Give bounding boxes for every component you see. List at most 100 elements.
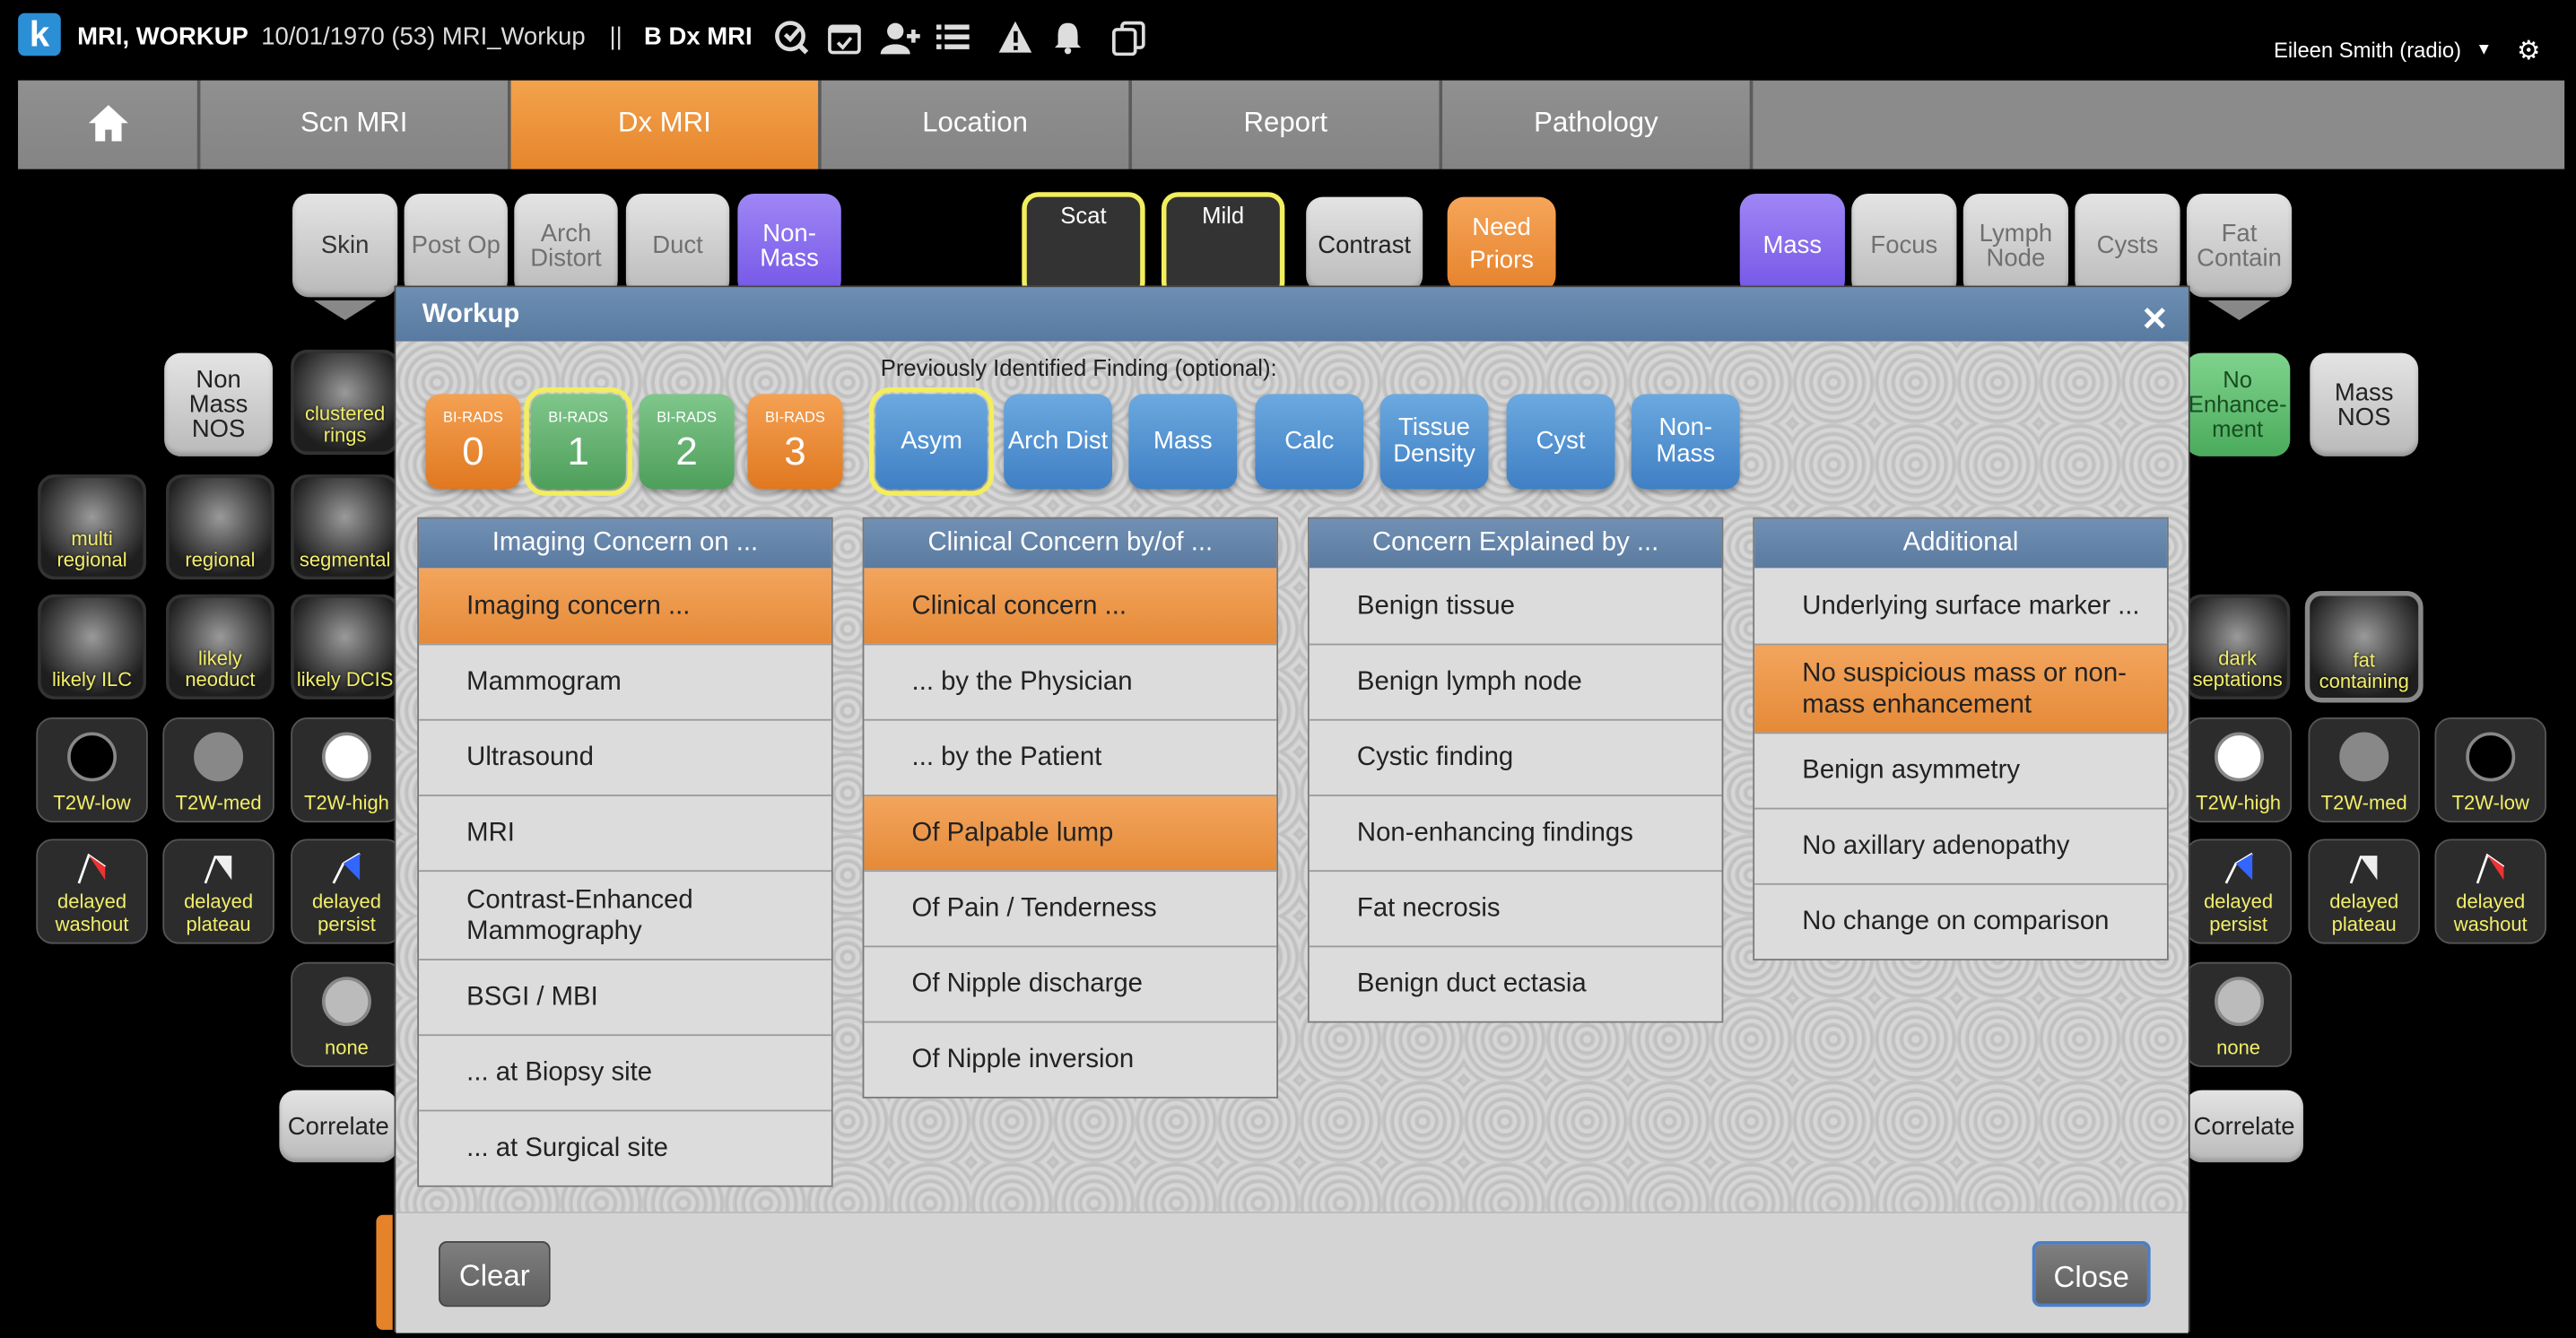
none-right-button[interactable]: none [2185,961,2293,1067]
regional-thumb[interactable]: regional [165,474,274,580]
correlate-right-button[interactable]: Correlate [2185,1090,2303,1163]
delayed-washout-right-button[interactable]: delayed washout [2434,838,2547,944]
warning-icon[interactable] [997,20,1033,56]
list-item[interactable]: ... by the Physician [864,643,1277,719]
birads-0-button[interactable]: BI-RADS 0 [425,394,521,490]
list-item[interactable]: Benign tissue [1309,568,1722,644]
list-icon[interactable] [935,20,970,56]
lymph-node-button[interactable]: Lymph Node [1962,194,2069,298]
copy-document-icon[interactable] [1110,20,1146,56]
gear-icon[interactable]: ⚙ [2517,34,2540,67]
fat-containing-thumb[interactable]: fat containing [2304,591,2424,703]
non-mass-nos-button[interactable]: Non Mass NOS [164,352,274,456]
concern-explained-header: Concern Explained by ... [1309,518,1722,569]
none-left-button[interactable]: none [291,961,403,1067]
need-priors-button[interactable]: Need Priors [1447,196,1556,292]
fat-contain-button[interactable]: Fat Contain [2186,194,2293,298]
likely-neoduct-thumb[interactable]: likely neoduct [165,594,274,699]
calendar-icon[interactable] [826,20,862,56]
tab-location[interactable]: Location [821,80,1132,169]
t2w-med-left-button[interactable]: T2W-med [162,717,274,823]
cysts-button[interactable]: Cysts [2075,194,2180,298]
contrast-dropdown[interactable]: Contrast [1306,196,1423,292]
post-op-button[interactable]: Post Op [404,194,508,298]
segmental-thumb[interactable]: segmental [291,474,400,580]
clear-button[interactable]: Clear [439,1240,551,1308]
list-item[interactable]: Of Palpable lump [864,795,1277,871]
list-item[interactable]: Underlying surface marker ... [1754,568,2167,644]
list-item[interactable]: No suspicious mass or non-mass enhanceme… [1754,643,2167,733]
multi-regional-thumb[interactable]: multi regional [38,474,147,580]
t2w-med-right-button[interactable]: T2W-med [2308,717,2420,823]
list-item[interactable]: MRI [419,795,831,871]
list-item[interactable]: ... at Surgical site [419,1109,831,1186]
focus-button[interactable]: Focus [1851,194,1957,298]
list-item[interactable]: Contrast-Enhanced Mammography [419,870,831,960]
list-item[interactable]: Fat necrosis [1309,870,1722,946]
list-item[interactable]: ... by the Patient [864,718,1277,795]
list-item[interactable]: Of Pain / Tenderness [864,870,1277,946]
list-item[interactable]: Benign duct ectasia [1309,945,1722,1021]
finding-tissue-density-button[interactable]: Tissue Density [1379,394,1489,490]
add-user-icon[interactable] [879,20,922,56]
scat-thumb-button[interactable]: Scat [1022,192,1145,300]
dark-septations-thumb[interactable]: dark septations [2185,594,2291,699]
arch-distort-button[interactable]: Arch Distort [514,194,618,298]
list-item[interactable]: Of Nipple discharge [864,945,1277,1021]
t2w-low-right-button[interactable]: T2W-low [2434,717,2547,823]
skin-button[interactable]: Skin [292,194,398,298]
mass-button[interactable]: Mass [1739,194,1845,298]
finding-cyst-button[interactable]: Cyst [1506,394,1615,490]
finding-calc-button[interactable]: Calc [1255,394,1364,490]
user-name[interactable]: Eileen Smith (radio) [2274,38,2461,62]
list-item[interactable]: BSGI / MBI [419,959,831,1035]
list-item[interactable]: ... at Biopsy site [419,1034,831,1110]
likely-ilc-thumb[interactable]: likely ILC [38,594,147,699]
finding-non-mass-button[interactable]: Non-Mass [1631,394,1740,490]
close-button[interactable]: Close [2032,1240,2151,1308]
list-item[interactable]: Mammogram [419,643,831,719]
delayed-washout-left-button[interactable]: delayed washout [36,838,148,944]
list-item[interactable]: Non-enhancing findings [1309,795,1722,871]
tab-home[interactable] [18,80,201,169]
user-dropdown-icon[interactable]: ▼ [2476,41,2492,59]
tab-pathology[interactable]: Pathology [1442,80,1754,169]
app-logo[interactable]: k [18,13,61,56]
tab-report[interactable]: Report [1131,80,1443,169]
likely-dcis-thumb[interactable]: likely DCIS [291,594,400,699]
list-item[interactable]: Clinical concern ... [864,568,1277,644]
list-item[interactable]: Benign asymmetry [1754,732,2167,808]
close-icon[interactable]: ✕ [2141,294,2169,348]
list-item[interactable]: Cystic finding [1309,718,1722,795]
list-item[interactable]: Of Nipple inversion [864,1021,1277,1097]
birads-1-button[interactable]: BI-RADS 1 [524,387,633,496]
no-enhancement-button[interactable]: No Enhance-ment [2185,352,2291,456]
t2w-low-left-button[interactable]: T2W-low [36,717,148,823]
list-item[interactable]: No axillary adenopathy [1754,807,2167,883]
finding-asym-button[interactable]: Asym [868,387,995,496]
delayed-persist-right-button[interactable]: delayed persist [2185,838,2293,944]
mild-thumb-button[interactable]: Mild [1161,192,1285,300]
q-search-icon[interactable] [774,20,810,56]
tab-scn-mri[interactable]: Scn MRI [200,80,511,169]
finding-arch-dist-button[interactable]: Arch Dist [1004,394,1113,490]
t2w-high-left-button[interactable]: T2W-high [291,717,403,823]
list-item[interactable]: No change on comparison [1754,882,2167,960]
mass-nos-button[interactable]: Mass NOS [2310,352,2419,456]
duct-button[interactable]: Duct [625,194,730,298]
correlate-left-button[interactable]: Correlate [279,1090,398,1163]
delayed-plateau-left-button[interactable]: delayed plateau [162,838,274,944]
list-item[interactable]: Ultrasound [419,718,831,795]
t2w-high-right-button[interactable]: T2W-high [2185,717,2293,823]
finding-mass-button[interactable]: Mass [1128,394,1238,490]
non-mass-button[interactable]: Non-Mass [737,194,841,298]
tab-dx-mri[interactable]: Dx MRI [510,80,822,169]
birads-2-button[interactable]: BI-RADS 2 [639,394,735,490]
delayed-plateau-right-button[interactable]: delayed plateau [2308,838,2420,944]
delayed-persist-left-button[interactable]: delayed persist [291,838,403,944]
bell-icon[interactable] [1049,20,1085,56]
birads-3-button[interactable]: BI-RADS 3 [747,394,843,490]
clustered-rings-thumb[interactable]: clustered rings [291,349,400,456]
list-item[interactable]: Imaging concern ... [419,568,831,644]
list-item[interactable]: Benign lymph node [1309,643,1722,719]
